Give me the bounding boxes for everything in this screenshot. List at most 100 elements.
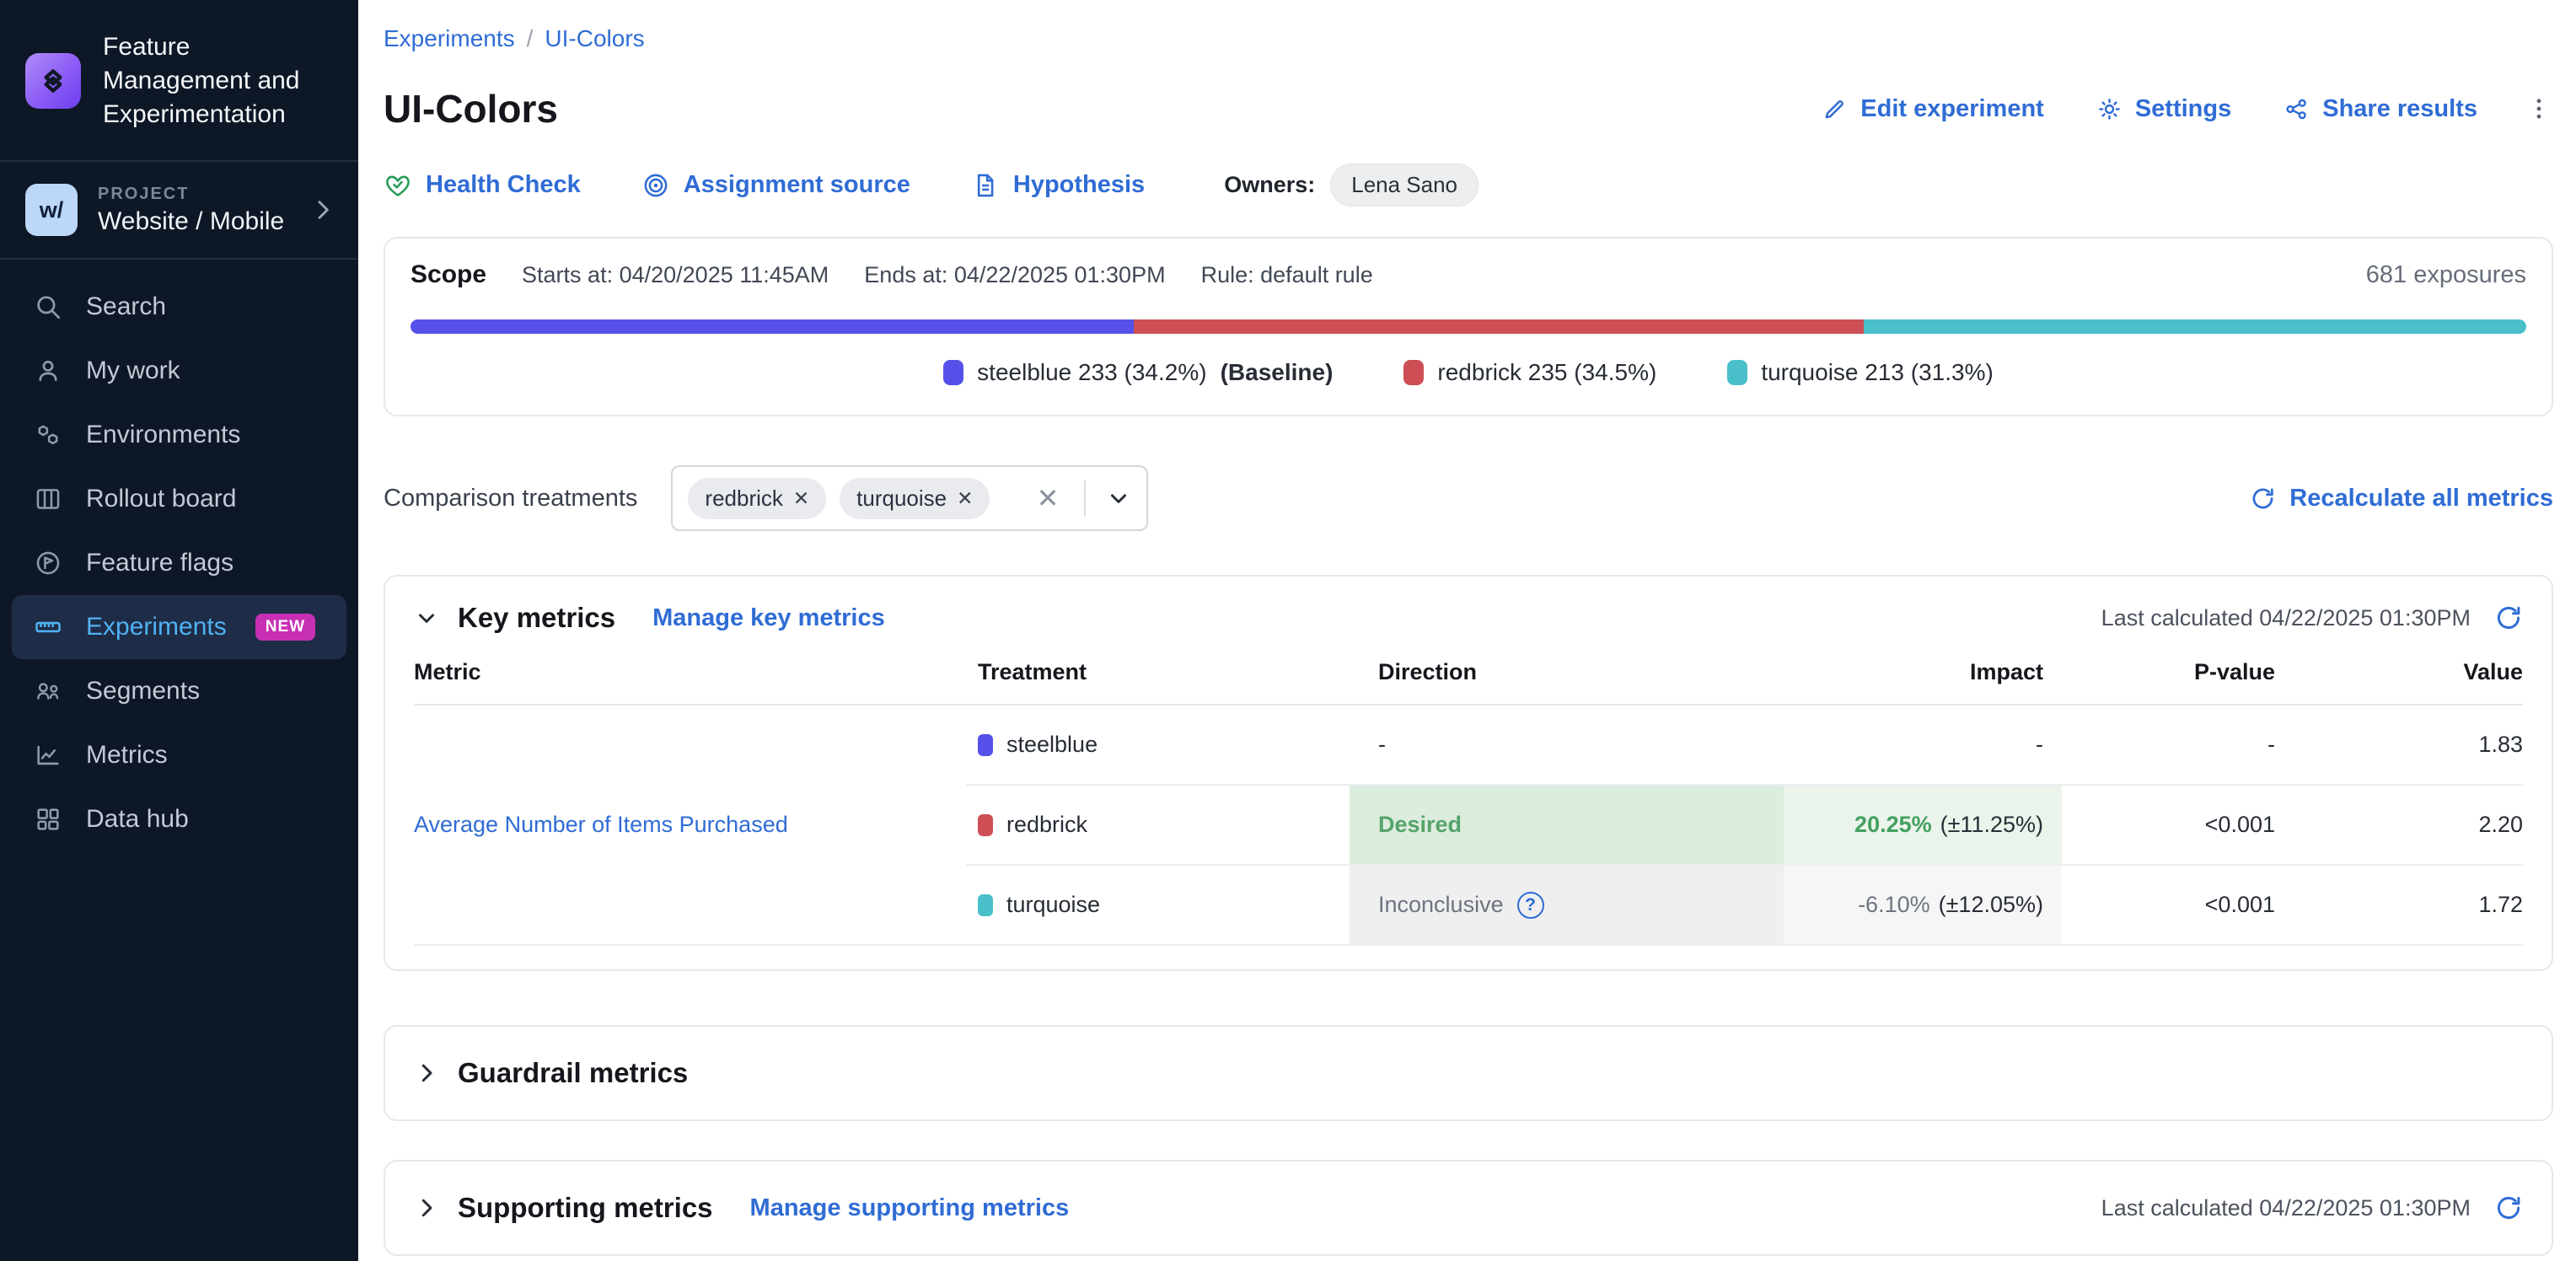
sidebar-item-label: Segments bbox=[86, 677, 200, 706]
sidebar-item-segments[interactable]: Segments bbox=[12, 659, 346, 723]
line-chart-icon bbox=[34, 741, 62, 770]
legend-item-redbrick: redbrick 235 (34.5%) bbox=[1403, 359, 1656, 386]
comparison-treatments-select[interactable]: redbrick ✕ turquoise ✕ ✕ bbox=[671, 465, 1148, 531]
page-title: UI-Colors bbox=[384, 86, 558, 131]
steelblue-swatch bbox=[978, 734, 993, 756]
treatment-distribution-bar bbox=[411, 319, 2526, 334]
assignment-source-link[interactable]: Assignment source bbox=[641, 171, 910, 200]
manage-supporting-metrics-link[interactable]: Manage supporting metrics bbox=[750, 1194, 1070, 1222]
impact-cell-positive: 20.25% (±11.25%) bbox=[1784, 786, 2062, 866]
health-check-link[interactable]: Health Check bbox=[384, 171, 581, 200]
scope-rule: Rule: default rule bbox=[1201, 262, 1373, 288]
header-actions: Edit experiment Settings Share results bbox=[1822, 94, 2553, 123]
chevron-right-icon bbox=[309, 196, 336, 223]
share-results-button[interactable]: Share results bbox=[2284, 95, 2477, 123]
sidebar-item-label: Environments bbox=[86, 421, 240, 449]
sidebar-item-experiments[interactable]: Experiments NEW bbox=[12, 595, 346, 659]
edit-experiment-button[interactable]: Edit experiment bbox=[1822, 95, 2044, 123]
scope-card: Scope Starts at: 04/20/2025 11:45AM Ends… bbox=[384, 237, 2553, 416]
treatment-legend: steelblue 233 (34.2%) (Baseline) redbric… bbox=[411, 359, 2526, 386]
column-header-impact: Impact bbox=[1784, 659, 2062, 706]
app-brand[interactable]: Feature Management and Experimentation bbox=[0, 0, 358, 160]
treatment-cell-redbrick: redbrick bbox=[966, 786, 1350, 866]
settings-button[interactable]: Settings bbox=[2096, 95, 2231, 123]
sidebar-item-rollout-board[interactable]: Rollout board bbox=[12, 467, 346, 531]
project-avatar: w/ bbox=[25, 184, 78, 236]
scope-starts: Starts at: 04/20/2025 11:45AM bbox=[522, 262, 829, 288]
sidebar-item-label: Search bbox=[86, 292, 166, 321]
sidebar-item-label: Experiments bbox=[86, 613, 227, 641]
sidebar-item-label: My work bbox=[86, 357, 180, 385]
sidebar-item-feature-flags[interactable]: Feature flags bbox=[12, 531, 346, 595]
chip-redbrick[interactable]: redbrick ✕ bbox=[688, 478, 826, 519]
new-badge: NEW bbox=[255, 614, 315, 641]
breadcrumb-current-link[interactable]: UI-Colors bbox=[545, 25, 644, 52]
collapse-chevron-right-icon[interactable] bbox=[414, 1195, 439, 1221]
more-options-kebab-icon[interactable] bbox=[2525, 94, 2553, 123]
clear-all-icon[interactable]: ✕ bbox=[1037, 485, 1060, 512]
sidebar-item-label: Rollout board bbox=[86, 485, 236, 513]
collapse-chevron-down-icon[interactable] bbox=[414, 605, 439, 630]
value-cell: 1.83 bbox=[2285, 706, 2523, 786]
pvalue-cell: <0.001 bbox=[2062, 866, 2285, 946]
recalculate-all-metrics-button[interactable]: Recalculate all metrics bbox=[2250, 485, 2553, 512]
legend-item-steelblue: steelblue 233 (34.2%) (Baseline) bbox=[943, 359, 1333, 386]
refresh-icon[interactable] bbox=[2494, 604, 2523, 632]
turquoise-swatch bbox=[978, 894, 993, 916]
comparison-label: Comparison treatments bbox=[384, 485, 637, 512]
metric-name-cell: Average Number of Items Purchased bbox=[414, 706, 966, 946]
exposures-count: 681 exposures bbox=[2366, 261, 2526, 289]
pvalue-cell: <0.001 bbox=[2062, 786, 2285, 866]
document-icon bbox=[971, 171, 1000, 200]
main-content: Experiments / UI-Colors UI-Colors Edit e… bbox=[358, 0, 2576, 1261]
breadcrumb-separator: / bbox=[527, 25, 534, 52]
chip-turquoise[interactable]: turquoise ✕ bbox=[840, 478, 990, 519]
manage-key-metrics-link[interactable]: Manage key metrics bbox=[652, 604, 885, 632]
pencil-icon bbox=[1822, 96, 1848, 122]
baseline-tag: (Baseline) bbox=[1221, 359, 1334, 386]
refresh-icon[interactable] bbox=[2494, 1194, 2523, 1222]
sidebar-item-label: Data hub bbox=[86, 805, 189, 834]
people-icon bbox=[34, 677, 62, 706]
app-title: Feature Management and Experimentation bbox=[103, 30, 333, 131]
last-calculated-text: Last calculated 04/22/2025 01:30PM bbox=[2101, 1195, 2471, 1221]
sidebar-item-environments[interactable]: Environments bbox=[12, 403, 346, 467]
scope-ends: Ends at: 04/22/2025 01:30PM bbox=[864, 262, 1165, 288]
bullseye-icon bbox=[641, 171, 670, 200]
owners-label: Owners: bbox=[1224, 172, 1315, 198]
question-circle-icon[interactable]: ? bbox=[1517, 892, 1544, 919]
column-header-direction: Direction bbox=[1350, 659, 1784, 706]
sidebar-item-data-hub[interactable]: Data hub bbox=[12, 787, 346, 851]
project-switcher[interactable]: w/ PROJECT Website / Mobile bbox=[0, 162, 358, 258]
owners-group: Owners: Lena Sano bbox=[1224, 164, 1479, 207]
chevron-down-icon[interactable] bbox=[1106, 486, 1131, 511]
pvalue-cell: - bbox=[2062, 706, 2285, 786]
column-header-metric: Metric bbox=[414, 659, 966, 706]
share-icon bbox=[2284, 96, 2310, 122]
bar-segment-redbrick bbox=[1134, 319, 1864, 334]
guardrail-metrics-card[interactable]: Guardrail metrics bbox=[384, 1025, 2553, 1121]
hypothesis-link[interactable]: Hypothesis bbox=[971, 171, 1145, 200]
breadcrumb-experiments-link[interactable]: Experiments bbox=[384, 25, 515, 52]
experiment-links-row: Health Check Assignment source Hypothesi… bbox=[384, 164, 2553, 207]
sidebar-item-my-work[interactable]: My work bbox=[12, 339, 346, 403]
select-divider bbox=[1084, 480, 1086, 516]
remove-chip-icon[interactable]: ✕ bbox=[957, 487, 973, 510]
grid-icon bbox=[34, 805, 62, 834]
supporting-metrics-card[interactable]: Supporting metrics Manage supporting met… bbox=[384, 1160, 2553, 1256]
sidebar-item-metrics[interactable]: Metrics bbox=[12, 723, 346, 787]
column-header-treatment: Treatment bbox=[966, 659, 1350, 706]
hexagons-icon bbox=[34, 421, 62, 449]
remove-chip-icon[interactable]: ✕ bbox=[793, 487, 809, 510]
redbrick-swatch bbox=[1403, 360, 1424, 385]
comparison-row: Comparison treatments redbrick ✕ turquoi… bbox=[384, 465, 2553, 531]
user-icon bbox=[34, 357, 62, 385]
collapse-chevron-right-icon[interactable] bbox=[414, 1060, 439, 1086]
sidebar-item-search[interactable]: Search bbox=[12, 275, 346, 339]
column-header-pvalue: P-value bbox=[2062, 659, 2285, 706]
search-icon bbox=[34, 292, 62, 321]
heart-check-icon bbox=[384, 171, 412, 200]
metric-link[interactable]: Average Number of Items Purchased bbox=[414, 812, 788, 838]
owner-pill[interactable]: Lena Sano bbox=[1330, 164, 1479, 207]
supporting-metrics-title: Supporting metrics bbox=[458, 1192, 713, 1224]
